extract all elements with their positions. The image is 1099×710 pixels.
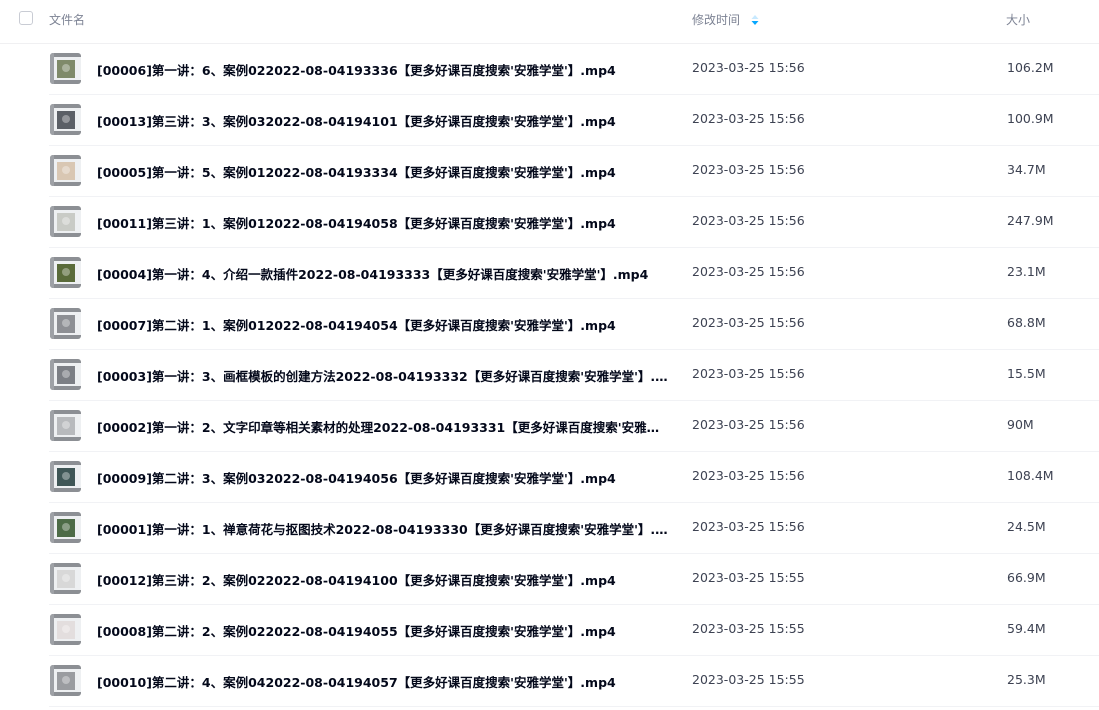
file-size: 59.4M [1007, 621, 1046, 636]
file-row[interactable]: [00001]第一讲：1、禅意荷花与抠图技术2022-08-04193330【更… [49, 503, 1099, 554]
video-thumbnail-icon [50, 308, 81, 339]
file-size: 106.2M [1007, 60, 1054, 75]
video-thumbnail-icon [50, 359, 81, 390]
file-modified-time: 2023-03-25 15:56 [692, 60, 805, 75]
file-modified-time: 2023-03-25 15:56 [692, 468, 805, 483]
video-thumbnail-icon [50, 53, 81, 84]
video-thumbnail-icon [50, 206, 81, 237]
column-header-size[interactable]: 大小 [1006, 11, 1030, 28]
file-modified-time: 2023-03-25 15:56 [692, 366, 805, 381]
file-size: 108.4M [1007, 468, 1054, 483]
video-thumbnail-icon [50, 512, 81, 543]
file-row[interactable]: [00002]第一讲：2、文字印章等相关素材的处理2022-08-0419333… [49, 401, 1099, 452]
file-row[interactable]: [00011]第三讲：1、案例012022-08-04194058【更多好课百度… [49, 197, 1099, 248]
file-size: 24.5M [1007, 519, 1046, 534]
file-row[interactable]: [00013]第三讲：3、案例032022-08-04194101【更多好课百度… [49, 95, 1099, 146]
video-thumbnail-icon [50, 563, 81, 594]
file-size: 25.3M [1007, 672, 1046, 687]
file-modified-time: 2023-03-25 15:56 [692, 213, 805, 228]
file-name[interactable]: [00004]第一讲：4、介绍一款插件2022-08-04193333【更多好课… [97, 264, 648, 283]
video-thumbnail-icon [50, 257, 81, 288]
file-modified-time: 2023-03-25 15:56 [692, 264, 805, 279]
file-size: 34.7M [1007, 162, 1046, 177]
video-thumbnail-icon [50, 104, 81, 135]
file-modified-time: 2023-03-25 15:55 [692, 672, 805, 687]
file-size: 23.1M [1007, 264, 1046, 279]
file-list: [00006]第一讲：6、案例022022-08-04193336【更多好课百度… [0, 44, 1099, 707]
video-thumbnail-icon [50, 665, 81, 696]
file-modified-time: 2023-03-25 15:56 [692, 417, 805, 432]
file-name[interactable]: [00005]第一讲：5、案例012022-08-04193334【更多好课百度… [97, 162, 616, 181]
file-size: 15.5M [1007, 366, 1046, 381]
file-name[interactable]: [00001]第一讲：1、禅意荷花与抠图技术2022-08-04193330【更… [97, 519, 669, 538]
file-size: 66.9M [1007, 570, 1046, 585]
file-name[interactable]: [00010]第二讲：4、案例042022-08-04194057【更多好课百度… [97, 672, 616, 691]
file-list-header: 文件名 修改时间 大小 [0, 0, 1099, 44]
file-modified-time: 2023-03-25 15:56 [692, 162, 805, 177]
video-thumbnail-icon [50, 614, 81, 645]
file-name[interactable]: [00012]第三讲：2、案例022022-08-04194100【更多好课百度… [97, 570, 616, 589]
file-name[interactable]: [00002]第一讲：2、文字印章等相关素材的处理2022-08-0419333… [97, 417, 669, 436]
file-modified-time: 2023-03-25 15:55 [692, 621, 805, 636]
file-row[interactable]: [00010]第二讲：4、案例042022-08-04194057【更多好课百度… [49, 656, 1099, 707]
select-all-checkbox[interactable] [19, 11, 33, 25]
file-row[interactable]: [00007]第二讲：1、案例012022-08-04194054【更多好课百度… [49, 299, 1099, 350]
column-header-time-label: 修改时间 [692, 13, 741, 27]
sort-descending-icon[interactable] [750, 14, 760, 26]
file-size: 100.9M [1007, 111, 1054, 126]
column-header-time[interactable]: 修改时间 [692, 11, 760, 28]
file-name[interactable]: [00007]第二讲：1、案例012022-08-04194054【更多好课百度… [97, 315, 616, 334]
video-thumbnail-icon [50, 461, 81, 492]
file-name[interactable]: [00011]第三讲：1、案例012022-08-04194058【更多好课百度… [97, 213, 616, 232]
file-row[interactable]: [00009]第二讲：3、案例032022-08-04194056【更多好课百度… [49, 452, 1099, 503]
file-row[interactable]: [00006]第一讲：6、案例022022-08-04193336【更多好课百度… [49, 44, 1099, 95]
file-name[interactable]: [00008]第二讲：2、案例022022-08-04194055【更多好课百度… [97, 621, 616, 640]
file-row[interactable]: [00012]第三讲：2、案例022022-08-04194100【更多好课百度… [49, 554, 1099, 605]
file-modified-time: 2023-03-25 15:56 [692, 315, 805, 330]
file-size: 68.8M [1007, 315, 1046, 330]
file-name[interactable]: [00009]第二讲：3、案例032022-08-04194056【更多好课百度… [97, 468, 616, 487]
file-row[interactable]: [00003]第一讲：3、画框模板的创建方法2022-08-04193332【更… [49, 350, 1099, 401]
file-modified-time: 2023-03-25 15:55 [692, 570, 805, 585]
file-row[interactable]: [00005]第一讲：5、案例012022-08-04193334【更多好课百度… [49, 146, 1099, 197]
video-thumbnail-icon [50, 155, 81, 186]
file-row[interactable]: [00008]第二讲：2、案例022022-08-04194055【更多好课百度… [49, 605, 1099, 656]
file-size: 90M [1007, 417, 1034, 432]
video-thumbnail-icon [50, 410, 81, 441]
file-size: 247.9M [1007, 213, 1054, 228]
file-modified-time: 2023-03-25 15:56 [692, 519, 805, 534]
file-name[interactable]: [00013]第三讲：3、案例032022-08-04194101【更多好课百度… [97, 111, 616, 130]
file-name[interactable]: [00003]第一讲：3、画框模板的创建方法2022-08-04193332【更… [97, 366, 669, 385]
column-header-name[interactable]: 文件名 [49, 11, 85, 28]
file-row[interactable]: [00004]第一讲：4、介绍一款插件2022-08-04193333【更多好课… [49, 248, 1099, 299]
file-modified-time: 2023-03-25 15:56 [692, 111, 805, 126]
file-name[interactable]: [00006]第一讲：6、案例022022-08-04193336【更多好课百度… [97, 60, 616, 79]
